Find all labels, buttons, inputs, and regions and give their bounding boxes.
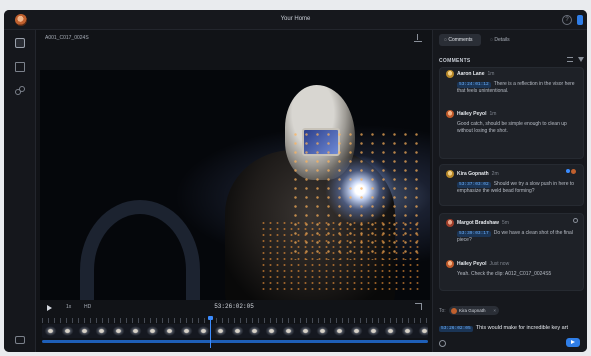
comment-author: Margot Bradshaw	[457, 220, 499, 226]
comment-author: Hailey Peyol	[457, 261, 487, 267]
app-window: Your Home ? A001_C017_0024S 1x HD 53:26:…	[4, 10, 587, 352]
avatar	[446, 219, 454, 227]
file-name: A001_C017_0024S	[45, 35, 89, 41]
playhead[interactable]	[208, 316, 213, 348]
filter-icon[interactable]	[578, 57, 584, 62]
compose-timecode[interactable]: 53:26:02:05	[439, 326, 473, 332]
avatar	[446, 70, 454, 78]
video-frame[interactable]	[40, 70, 430, 300]
thread-indicators	[566, 169, 578, 175]
comment-time: 2m	[491, 171, 499, 177]
top-bar: Your Home ?	[4, 10, 587, 30]
tab-comments[interactable]: ◌ Comments	[439, 34, 481, 46]
file-bar: A001_C017_0024S	[36, 30, 432, 46]
participant-avatar	[571, 169, 576, 174]
video-content-metal	[80, 200, 200, 300]
send-button[interactable]	[566, 338, 580, 347]
panel-toggle-icon[interactable]	[577, 15, 583, 25]
comment-time: 5m	[501, 220, 509, 226]
unread-dot-icon	[566, 169, 570, 173]
avatar	[446, 110, 454, 118]
message-icon[interactable]	[15, 336, 25, 344]
fullscreen-icon[interactable]	[415, 303, 422, 310]
timeline-ruler	[42, 318, 428, 323]
sidebar	[4, 30, 36, 352]
avatar	[446, 260, 454, 268]
video-content-sparks-low	[260, 220, 420, 290]
comments-panel: ◌ Comments ◌ Details COMMENTS Aaron Lane…	[432, 30, 587, 352]
comment-time: Just now	[489, 261, 510, 267]
comment-input[interactable]: 53:26:02:05 This would make for incredibl…	[439, 322, 584, 334]
window-title: Your Home	[280, 16, 311, 22]
recipient-chip[interactable]: Kira Gopnath ×	[449, 306, 499, 315]
mail-icon[interactable]	[15, 62, 25, 72]
comment-text: Good catch, should be simple enough to c…	[457, 121, 567, 134]
download-icon[interactable]	[414, 34, 422, 42]
comment-time: 1m	[489, 111, 497, 117]
timeline-thumbnails[interactable]	[42, 324, 428, 338]
help-icon[interactable]: ?	[562, 15, 572, 25]
remove-recipient-icon[interactable]: ×	[493, 306, 496, 315]
comment-author: Hailey Peyol	[457, 111, 487, 117]
tab-details[interactable]: ◌ Details	[485, 34, 521, 46]
emoji-icon[interactable]	[439, 340, 446, 347]
resolve-icon[interactable]	[573, 218, 578, 223]
compose-toolbar	[439, 338, 584, 350]
to-label: To:	[439, 308, 446, 314]
recipient-name: Kira Gopnath	[459, 308, 486, 313]
sort-icon[interactable]	[567, 57, 573, 62]
comment-thread[interactable]: Aaron Lane 1m 53:24:01:12 There is a refle…	[439, 67, 584, 159]
recipient-avatar	[451, 307, 457, 314]
timeline-track[interactable]	[42, 340, 428, 343]
comment-text: Yeah. Check the clip: A012_C017_0024S5	[457, 271, 552, 277]
share-icon[interactable]	[15, 86, 25, 96]
comment-author: Aaron Lane	[457, 71, 485, 77]
comment-author: Kira Gopnath	[457, 171, 489, 177]
timecode: 53:26:02:05	[214, 303, 254, 310]
player-controls: 1x HD 53:26:02:05	[36, 300, 432, 352]
comment-thread[interactable]: Kira Gopnath 2m 53:37:03:02 Should we try …	[439, 164, 584, 206]
timeline[interactable]	[42, 316, 428, 348]
comment-time: 1m	[487, 71, 495, 77]
home-icon[interactable]	[15, 38, 25, 48]
compose-text: This would make for incredible key art	[475, 325, 569, 331]
section-title: COMMENTS	[439, 58, 471, 64]
avatar	[446, 170, 454, 178]
comment-thread[interactable]: Margot Bradshaw 5m 53:39:03:17 Do we have …	[439, 213, 584, 291]
video-area: A001_C017_0024S 1x HD 53:26:02:05	[36, 30, 432, 352]
